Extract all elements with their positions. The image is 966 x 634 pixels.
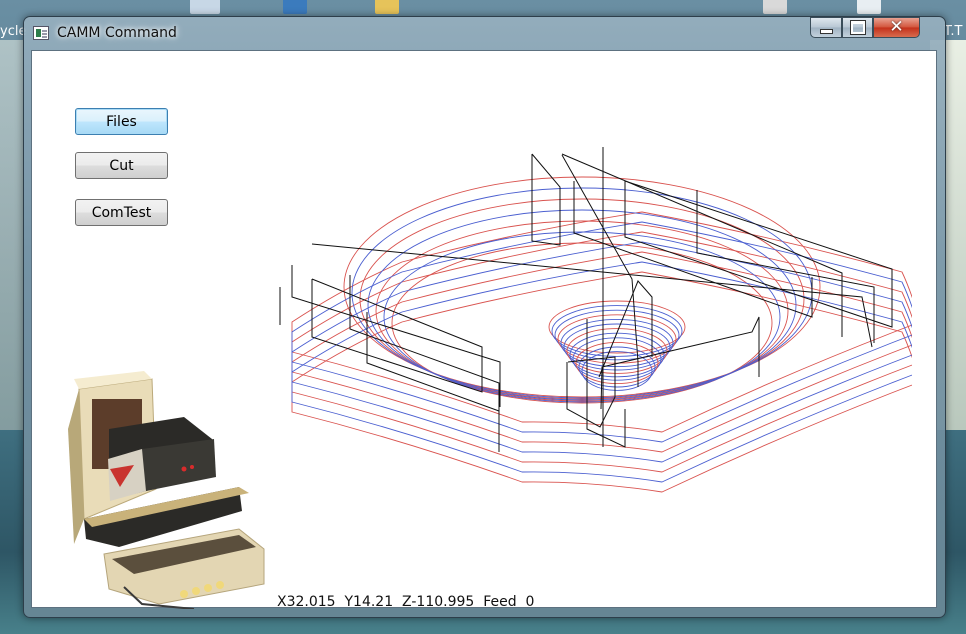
comtest-button[interactable]: ComTest xyxy=(75,199,168,226)
toolpath-spiral xyxy=(548,300,686,391)
toolpath-blue-contours xyxy=(291,187,912,483)
knob xyxy=(216,581,224,589)
rapid-move xyxy=(311,278,483,393)
client-area: Files Cut ComTest X32.015 Y14.21 Z-110.9… xyxy=(31,50,937,610)
knob xyxy=(204,584,212,592)
knob xyxy=(192,587,200,595)
coordinate-readout: X32.015 Y14.21 Z-110.995 Feed 0 xyxy=(277,594,534,610)
maximize-button[interactable] xyxy=(842,17,873,38)
desktop-shortcut-icon[interactable] xyxy=(857,0,881,14)
close-icon: ✕ xyxy=(889,17,904,37)
desktop-shortcut-icon[interactable] xyxy=(375,0,399,14)
x-coordinate: X32.015 xyxy=(277,594,336,610)
desktop-shortcut-icon[interactable] xyxy=(283,0,307,14)
rapid-move xyxy=(696,190,875,343)
toolpath-preview xyxy=(279,147,912,493)
wallpaper-cliff-left xyxy=(0,40,24,440)
title-bar[interactable]: CAMM Command ✕ xyxy=(24,17,945,49)
minimize-icon xyxy=(819,28,833,34)
rapid-move xyxy=(349,275,500,447)
rapid-move xyxy=(366,312,500,452)
spiral-ring xyxy=(548,300,686,354)
desktop-icon-label[interactable]: T.T xyxy=(944,24,962,39)
y-coordinate: Y14.21 xyxy=(344,594,394,610)
files-button[interactable]: Files xyxy=(75,108,168,135)
toolpath-rapid-moves xyxy=(279,147,893,452)
indicator-light xyxy=(190,465,194,469)
knob xyxy=(180,590,188,598)
cut-button[interactable]: Cut xyxy=(75,152,168,179)
z-coordinate: Z-110.995 xyxy=(402,594,475,610)
desktop-shortcut-icon[interactable] xyxy=(190,0,220,14)
spiral-ring xyxy=(554,309,680,361)
camm-command-window: CAMM Command ✕ Files Cut ComTest X32.015… xyxy=(23,16,946,618)
spiral-ring xyxy=(557,314,677,364)
camm-machine-image xyxy=(68,371,265,609)
app-icon[interactable] xyxy=(33,26,49,40)
contour-outline xyxy=(291,221,912,443)
maximize-icon xyxy=(850,21,865,34)
feed-value: 0 xyxy=(525,594,535,610)
window-title: CAMM Command xyxy=(57,25,177,41)
desktop-shortcut-icon[interactable] xyxy=(763,0,787,14)
feed-label: Feed xyxy=(483,594,517,610)
minimize-button[interactable] xyxy=(810,17,842,38)
rapid-move xyxy=(624,180,893,328)
indicator-light xyxy=(181,466,187,472)
close-button[interactable]: ✕ xyxy=(873,17,920,38)
